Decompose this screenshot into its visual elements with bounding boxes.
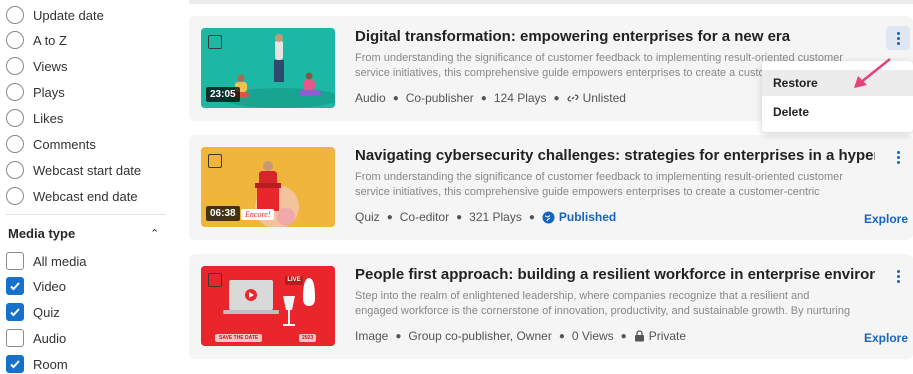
card-description: From understanding the significance of c… bbox=[355, 171, 843, 198]
sort-option-comments[interactable]: Comments bbox=[6, 134, 96, 154]
media-type-room[interactable]: Room bbox=[6, 354, 68, 374]
sort-option-a-to-z[interactable]: A to Z bbox=[6, 30, 67, 50]
media-type-quiz[interactable]: Quiz bbox=[6, 302, 60, 322]
previous-card-edge bbox=[189, 0, 913, 4]
sort-option-webcast-end-date[interactable]: Webcast end date bbox=[6, 186, 138, 206]
status-unlisted: Unlisted bbox=[567, 91, 626, 105]
checkbox[interactable] bbox=[6, 329, 24, 347]
more-options-button[interactable] bbox=[886, 145, 910, 169]
duration-badge: 06:38 bbox=[206, 206, 240, 221]
card-title[interactable]: People first approach: building a resili… bbox=[355, 266, 875, 283]
sort-option-webcast-start-date[interactable]: Webcast start date bbox=[6, 160, 141, 180]
more-options-button[interactable] bbox=[886, 264, 910, 288]
lock-icon bbox=[634, 330, 644, 342]
chevron-up-icon[interactable]: ⌃ bbox=[150, 227, 159, 240]
link-icon bbox=[567, 94, 579, 102]
thumbnail[interactable]: LIVE SAVE THE DATE 2023 bbox=[201, 266, 335, 346]
menu-item-delete[interactable]: Delete bbox=[762, 99, 913, 125]
radio-button[interactable] bbox=[6, 109, 24, 127]
card-description: Step into the realm of enlightened leade… bbox=[355, 290, 851, 317]
radio-button[interactable] bbox=[6, 187, 24, 205]
checkbox[interactable] bbox=[6, 355, 24, 373]
checkbox[interactable] bbox=[6, 252, 24, 270]
divider bbox=[6, 214, 166, 215]
card-meta: Audio ● Co-publisher ● 124 Plays ● Unlisted bbox=[355, 91, 626, 105]
globe-icon bbox=[542, 211, 555, 223]
radio-button[interactable] bbox=[6, 31, 24, 49]
explore-link[interactable]: Explore bbox=[864, 212, 908, 226]
media-card[interactable]: LIVE SAVE THE DATE 2023 People first app… bbox=[189, 254, 913, 359]
sort-option-plays[interactable]: Plays bbox=[6, 82, 65, 102]
media-type-video[interactable]: Video bbox=[6, 276, 66, 296]
sort-option-update-date[interactable]: Update date bbox=[6, 5, 104, 25]
status-published: Published bbox=[542, 210, 616, 224]
live-badge: LIVE bbox=[287, 277, 301, 283]
select-checkbox[interactable] bbox=[208, 273, 222, 287]
select-checkbox[interactable] bbox=[208, 35, 222, 49]
explore-link[interactable]: Explore bbox=[864, 331, 908, 345]
status-private: Private bbox=[634, 329, 686, 343]
card-meta: Quiz ● Co-editor ● 321 Plays ● Published bbox=[355, 210, 617, 224]
media-card[interactable]: 06:38 Encore! Navigating cybersecurity c… bbox=[189, 135, 913, 240]
card-title[interactable]: Navigating cybersecurity challenges: str… bbox=[355, 147, 875, 164]
media-type-audio[interactable]: Audio bbox=[6, 328, 66, 348]
thumbnail[interactable]: 06:38 Encore! bbox=[201, 147, 335, 227]
sort-option-views[interactable]: Views bbox=[6, 56, 67, 76]
radio-button[interactable] bbox=[6, 135, 24, 153]
checkbox[interactable] bbox=[6, 303, 24, 321]
save-the-date-tag: SAVE THE DATE bbox=[215, 334, 263, 342]
thumbnail[interactable]: 23:05 bbox=[201, 28, 335, 108]
card-meta: Image ● Group co-publisher, Owner ● 0 View… bbox=[355, 329, 687, 343]
radio-button[interactable] bbox=[6, 83, 24, 101]
media-type-all-media[interactable]: All media bbox=[6, 251, 86, 271]
card-title[interactable]: Digital transformation: empowering enter… bbox=[355, 28, 875, 45]
annotation-arrow-icon bbox=[854, 58, 891, 88]
radio-button[interactable] bbox=[6, 161, 24, 179]
checkbox[interactable] bbox=[6, 277, 24, 295]
radio-button[interactable] bbox=[6, 57, 24, 75]
duration-badge: 23:05 bbox=[206, 87, 240, 102]
thumbnail-tag: Encore! bbox=[241, 209, 275, 220]
sort-option-likes[interactable]: Likes bbox=[6, 108, 63, 128]
radio-button[interactable] bbox=[6, 6, 24, 24]
year-tag: 2023 bbox=[299, 334, 317, 342]
media-type-heading[interactable]: Media type bbox=[8, 226, 75, 241]
filter-sidebar: Update date A to Z Views Plays Likes Com… bbox=[0, 0, 178, 374]
more-options-button[interactable] bbox=[886, 26, 910, 50]
select-checkbox[interactable] bbox=[208, 154, 222, 168]
